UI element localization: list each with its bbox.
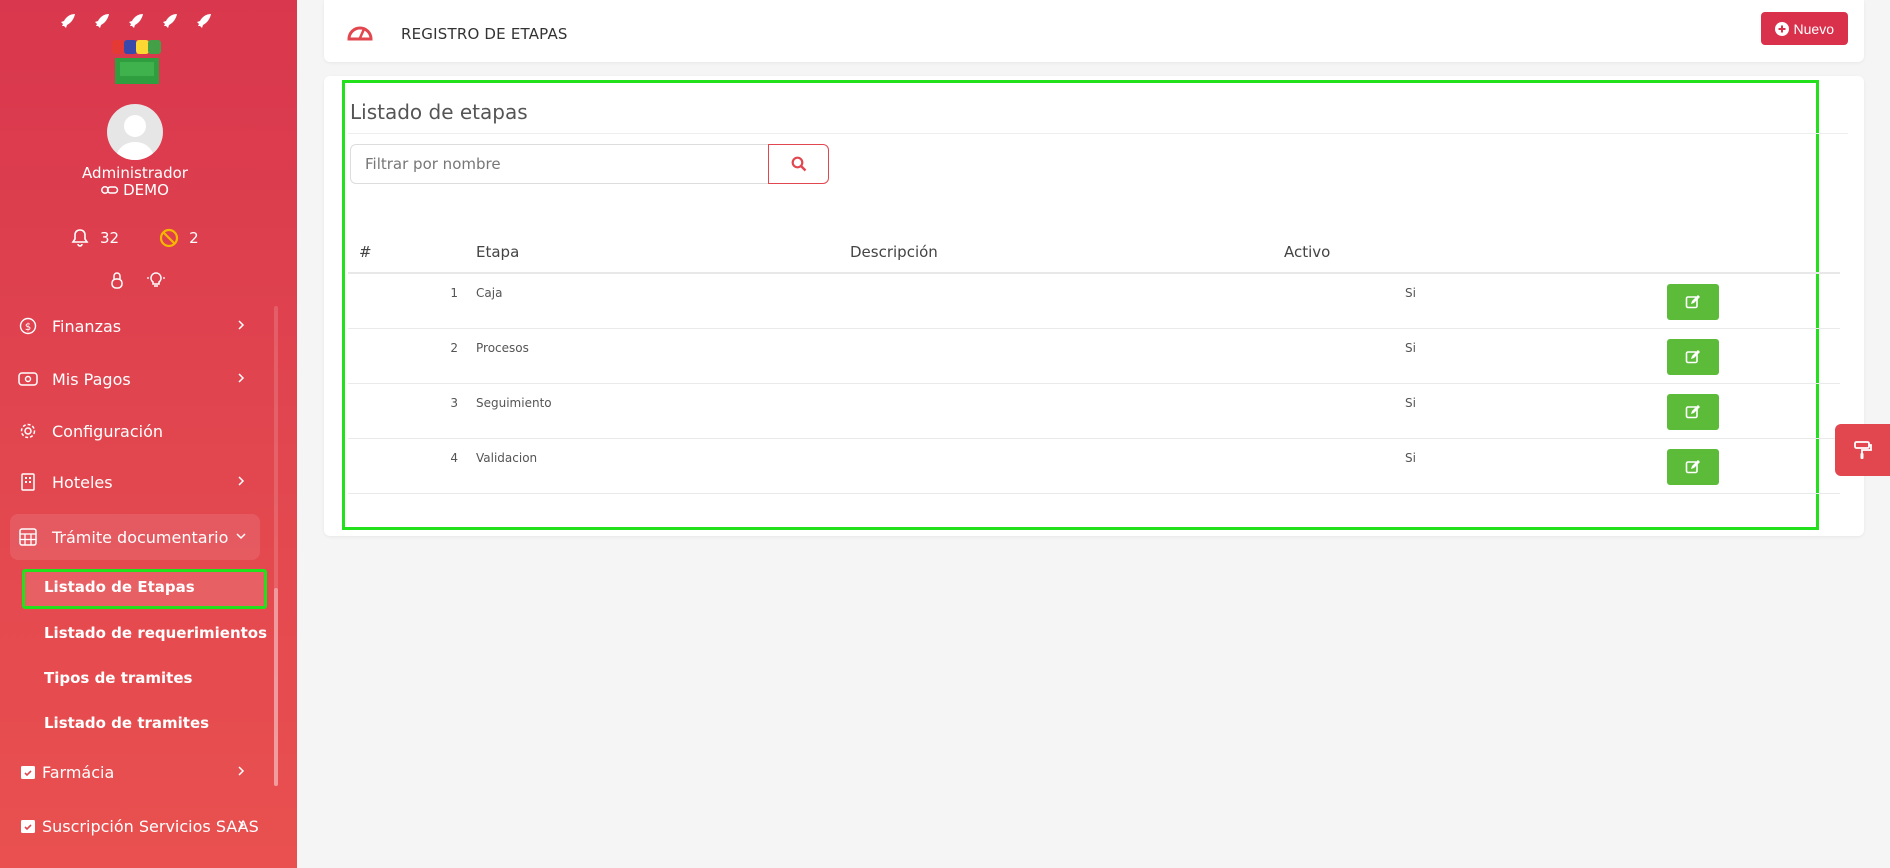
menu-item-configuracion[interactable]: Configuración xyxy=(10,408,260,454)
row-active: Si xyxy=(1405,396,1416,410)
table-row: 3 Seguimiento Si xyxy=(348,384,1840,439)
rocket-icon xyxy=(129,14,143,28)
svg-text:$: $ xyxy=(25,322,31,333)
stats-row: 32 2 xyxy=(70,228,199,248)
list-title: Listado de etapas xyxy=(350,100,528,124)
submenu-item-etapas[interactable]: Listado de Etapas xyxy=(44,578,195,596)
column-header-stage: Etapa xyxy=(476,243,520,261)
menu-label: Finanzas xyxy=(52,316,122,336)
menu-item-mis-pagos[interactable]: Mis Pagos xyxy=(10,356,260,402)
chevron-down-icon xyxy=(236,533,246,540)
table-row: 4 Validacion Si xyxy=(348,439,1840,494)
wallet-icon xyxy=(18,369,38,389)
logo xyxy=(112,40,161,84)
sidebar: Administrador DEMO 32 2 $ Finanzas Mis P… xyxy=(0,0,297,868)
filter-input[interactable] xyxy=(350,144,770,184)
bulb-icon[interactable] xyxy=(146,270,166,290)
row-stage: Caja xyxy=(476,286,503,300)
menu-label: Configuración xyxy=(52,421,164,441)
menu-item-finanzas[interactable]: $ Finanzas xyxy=(10,303,260,349)
paint-roller-icon xyxy=(1853,441,1872,459)
user-role-label: DEMO xyxy=(123,181,169,199)
table-row: 1 Caja Si xyxy=(348,274,1840,329)
rocket-icon xyxy=(197,14,211,28)
column-header-num: # xyxy=(359,243,372,261)
menu-item-suscripcion[interactable]: Suscripción Servicios SAAS xyxy=(10,803,260,849)
search-icon xyxy=(791,156,806,172)
row-number: 1 xyxy=(450,286,458,300)
menu-label: Trámite documentario xyxy=(52,527,229,547)
edit-icon xyxy=(1685,350,1700,364)
menu-item-tramite[interactable]: Trámite documentario xyxy=(10,514,260,560)
chevron-right-icon xyxy=(238,766,245,776)
row-number: 3 xyxy=(450,396,458,410)
page-header: REGISTRO DE ETAPAS Nuevo xyxy=(324,0,1864,62)
calendar-check-icon xyxy=(18,762,38,782)
row-number: 4 xyxy=(450,451,458,465)
column-header-desc: Descripción xyxy=(850,243,938,261)
menu-label: Suscripción Servicios SAAS xyxy=(42,816,259,836)
theme-customizer-button[interactable] xyxy=(1835,424,1890,476)
calendar-check-icon xyxy=(18,816,38,836)
chevron-right-icon xyxy=(238,320,245,330)
plus-circle-icon xyxy=(1774,21,1789,36)
new-button[interactable]: Nuevo xyxy=(1760,12,1848,45)
blocked-count: 2 xyxy=(189,229,199,247)
user-name: Administrador xyxy=(82,164,188,182)
chevron-right-icon xyxy=(238,820,245,830)
key-icon xyxy=(101,186,119,194)
rocket-icon xyxy=(95,14,109,28)
notification-count: 32 xyxy=(100,229,120,247)
row-active: Si xyxy=(1405,286,1416,300)
page-title: REGISTRO DE ETAPAS xyxy=(401,25,568,43)
lock-icon[interactable] xyxy=(108,270,126,290)
row-number: 2 xyxy=(450,341,458,355)
chevron-right-icon xyxy=(238,476,245,486)
dashboard-icon xyxy=(347,26,373,41)
rocket-icon xyxy=(163,14,177,28)
new-button-label: Nuevo xyxy=(1793,20,1834,37)
column-header-active: Activo xyxy=(1284,243,1331,261)
edit-icon xyxy=(1685,295,1700,309)
user-role: DEMO xyxy=(0,181,270,199)
edit-icon xyxy=(1685,405,1700,419)
row-active: Si xyxy=(1405,341,1416,355)
search-button[interactable] xyxy=(768,144,829,184)
row-active: Si xyxy=(1405,451,1416,465)
menu-item-farmacia[interactable]: Farmácia xyxy=(10,749,260,795)
edit-button[interactable] xyxy=(1667,394,1719,430)
submenu-item-tramites[interactable]: Listado de tramites xyxy=(44,714,209,732)
sidebar-scrollbar[interactable] xyxy=(274,306,278,786)
menu-label: Hoteles xyxy=(52,472,113,492)
edit-button[interactable] xyxy=(1667,449,1719,485)
rocket-row xyxy=(58,12,214,32)
edit-button[interactable] xyxy=(1667,339,1719,375)
divider xyxy=(348,133,1848,134)
menu-item-hoteles[interactable]: Hoteles xyxy=(10,459,260,505)
edit-button[interactable] xyxy=(1667,284,1719,320)
menu-label: Farmácia xyxy=(42,762,115,782)
chevron-right-icon xyxy=(238,373,245,383)
edit-icon xyxy=(1685,460,1700,474)
row-stage: Seguimiento xyxy=(476,396,552,410)
building-icon xyxy=(18,472,38,492)
bell-icon[interactable] xyxy=(70,228,90,248)
calculator-icon xyxy=(18,527,38,547)
submenu-item-tipos[interactable]: Tipos de tramites xyxy=(44,669,192,687)
quick-actions xyxy=(108,270,166,290)
gear-icon xyxy=(18,421,38,441)
table-row: 2 Procesos Si xyxy=(348,329,1840,384)
dollar-icon: $ xyxy=(18,316,38,336)
ban-icon[interactable] xyxy=(159,228,179,248)
menu-label: Mis Pagos xyxy=(52,369,131,389)
avatar[interactable] xyxy=(107,104,163,160)
rocket-icon xyxy=(61,14,75,28)
row-stage: Procesos xyxy=(476,341,529,355)
submenu-item-requerimientos[interactable]: Listado de requerimientos xyxy=(44,624,267,642)
row-stage: Validacion xyxy=(476,451,538,465)
